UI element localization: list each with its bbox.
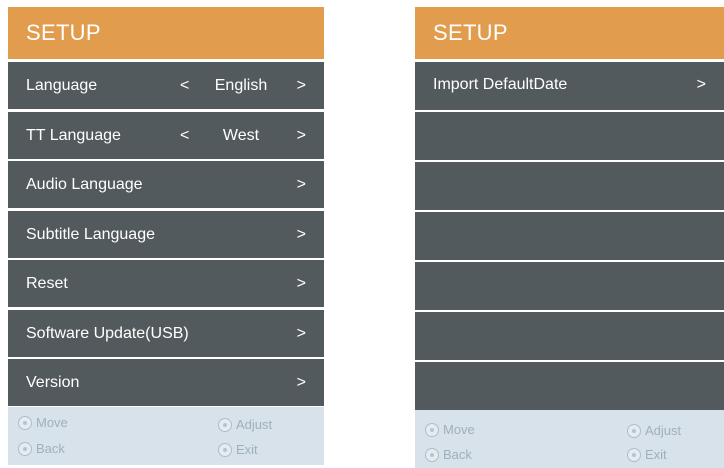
setup-menu: Import DefaultDate > <box>415 62 724 410</box>
chevron-right-icon[interactable]: > <box>297 62 306 109</box>
empty-menu-slot <box>415 362 724 410</box>
menu-item-label: Software Update(USB) <box>26 324 189 342</box>
empty-menu-slot <box>415 112 724 160</box>
setup-menu: Language < English > TT Language < West … <box>8 62 324 406</box>
menu-item-label: Import DefaultDate <box>433 76 568 93</box>
dpad-icon <box>425 422 439 437</box>
menu-item-reset[interactable]: Reset > <box>8 260 324 307</box>
menu-item-label: Audio Language <box>26 176 143 193</box>
empty-menu-slot <box>415 212 724 260</box>
empty-menu-slot <box>415 312 724 360</box>
hint-exit-label: Exit <box>645 447 667 462</box>
chevron-right-icon: > <box>296 324 306 342</box>
hint-exit: Exit <box>218 442 258 457</box>
menu-item-language[interactable]: Language < English > <box>8 62 324 109</box>
hint-move-label: Move <box>36 415 68 430</box>
menu-item-software-update[interactable]: Software Update(USB) > <box>8 309 324 357</box>
hint-back-label: Back <box>443 447 472 462</box>
empty-menu-slot <box>415 162 724 210</box>
hint-move: Move <box>425 422 475 437</box>
chevron-left-icon[interactable]: < <box>180 112 189 159</box>
back-button-icon <box>18 441 32 456</box>
empty-menu-slot <box>415 262 724 310</box>
hint-bar-left: Move Back Adjust Exit <box>8 407 324 465</box>
hint-back-label: Back <box>36 441 65 456</box>
dpad-icon <box>18 415 32 430</box>
chevron-right-icon: > <box>296 374 306 391</box>
panel-title: SETUP <box>415 7 724 59</box>
menu-item-label: TT Language <box>26 126 121 144</box>
menu-item-tt-language[interactable]: TT Language < West > <box>8 111 324 159</box>
hint-adjust-label: Adjust <box>236 417 273 432</box>
menu-button-icon <box>627 447 641 462</box>
menu-item-label: Language <box>26 77 98 94</box>
hint-adjust: Adjust <box>218 417 272 432</box>
left-right-icon <box>218 417 232 432</box>
hint-move: Move <box>18 415 68 430</box>
hint-bar-right: Move Back Adjust Exit <box>415 410 724 468</box>
chevron-right-icon: > <box>296 176 306 193</box>
menu-item-label: Version <box>26 374 80 391</box>
menu-button-icon <box>218 442 232 457</box>
left-right-icon <box>627 423 641 438</box>
panel-title: SETUP <box>8 7 324 59</box>
hint-adjust-label: Adjust <box>645 423 682 438</box>
chevron-right-icon: > <box>696 76 706 93</box>
hint-move-label: Move <box>443 422 475 437</box>
setup-panel-right: SETUP Import DefaultDate > <box>415 7 724 412</box>
menu-item-import-default-date[interactable]: Import DefaultDate > <box>415 62 724 110</box>
chevron-right-icon[interactable]: > <box>297 112 306 159</box>
menu-item-label: Subtitle Language <box>26 225 155 243</box>
chevron-right-icon: > <box>296 275 306 292</box>
chevron-left-icon[interactable]: < <box>180 62 189 109</box>
hint-exit-label: Exit <box>236 442 258 457</box>
menu-item-subtitle-language[interactable]: Subtitle Language > <box>8 210 324 258</box>
back-button-icon <box>425 447 439 462</box>
menu-item-version[interactable]: Version > <box>8 359 324 406</box>
setup-panel-left: SETUP Language < English > TT Language <… <box>8 7 324 409</box>
hint-adjust: Adjust <box>627 423 681 438</box>
hint-exit: Exit <box>627 447 667 462</box>
language-value: English <box>214 77 268 94</box>
hint-back: Back <box>425 447 472 462</box>
chevron-right-icon: > <box>296 225 306 243</box>
hint-back: Back <box>18 441 65 456</box>
menu-item-audio-language[interactable]: Audio Language > <box>8 161 324 208</box>
tt-language-value: West <box>222 126 260 144</box>
menu-item-label: Reset <box>26 275 68 292</box>
